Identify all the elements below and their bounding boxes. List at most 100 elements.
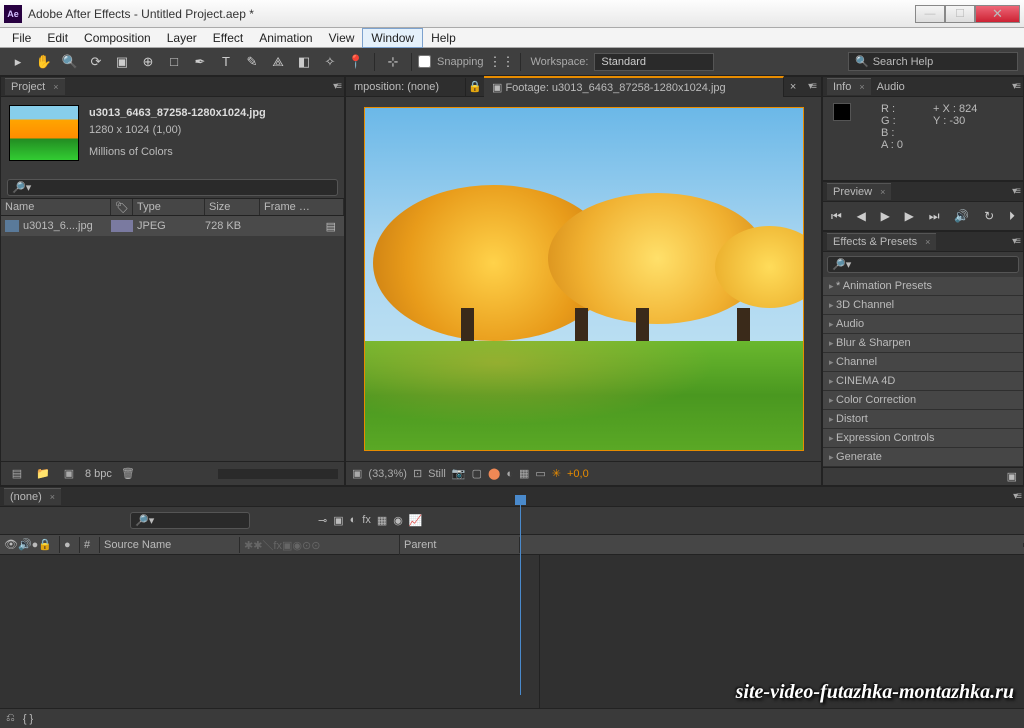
project-column-headers[interactable]: Name 🏷 Type Size Frame … bbox=[1, 198, 344, 216]
fx-category[interactable]: Channel bbox=[823, 353, 1023, 372]
minimize-button[interactable]: — bbox=[915, 5, 945, 23]
fx-category[interactable]: Blur & Sharpen bbox=[823, 334, 1023, 353]
playhead[interactable] bbox=[520, 495, 521, 695]
scrollbar-horizontal[interactable] bbox=[218, 469, 338, 479]
menu-window[interactable]: Window bbox=[362, 28, 423, 48]
maximize-button[interactable]: ☐ bbox=[945, 5, 975, 23]
loop-icon[interactable]: ↻ bbox=[984, 209, 994, 223]
tab-info[interactable]: Info× bbox=[827, 78, 871, 95]
menu-help[interactable]: Help bbox=[423, 29, 464, 47]
camera-tool[interactable]: ▣ bbox=[110, 51, 134, 73]
tab-timeline-none[interactable]: (none)× bbox=[4, 488, 61, 505]
footage-viewer[interactable] bbox=[346, 97, 821, 461]
snapshot-icon[interactable]: 📷 bbox=[452, 467, 466, 480]
new-folder-icon[interactable]: 📁 bbox=[33, 465, 53, 483]
clone-tool[interactable]: ⟁ bbox=[266, 51, 290, 73]
menu-file[interactable]: File bbox=[4, 29, 39, 47]
panel-menu-icon[interactable]: ▾≡ bbox=[1012, 186, 1019, 197]
quality-icon[interactable]: ◐ bbox=[350, 514, 357, 527]
close-button[interactable]: ✕ bbox=[975, 5, 1020, 23]
rotate-tool[interactable]: ⟳ bbox=[84, 51, 108, 73]
frame-blend-icon[interactable]: ▦ bbox=[377, 514, 387, 527]
interpret-footage-icon[interactable]: ▤ bbox=[7, 465, 27, 483]
fx-category[interactable]: Expression Controls bbox=[823, 429, 1023, 448]
snap-options-icon[interactable]: ⋮⋮ bbox=[490, 51, 514, 73]
exposure-icon[interactable]: ✳ bbox=[552, 467, 561, 480]
next-frame-icon[interactable]: ▶ bbox=[905, 209, 914, 223]
menu-view[interactable]: View bbox=[321, 29, 363, 47]
always-preview-icon[interactable]: ▣ bbox=[352, 467, 362, 480]
selection-tool[interactable]: ▸ bbox=[6, 51, 30, 73]
tab-footage[interactable]: ▣ Footage: u3013_6463_87258-1280x1024.jp… bbox=[484, 76, 784, 97]
fx-category[interactable]: 3D Channel bbox=[823, 296, 1023, 315]
ram-preview-icon[interactable]: ⏵ bbox=[1009, 209, 1015, 224]
close-icon[interactable]: × bbox=[784, 81, 802, 93]
brush-tool[interactable]: ✎ bbox=[240, 51, 264, 73]
panel-menu-icon[interactable]: ▾≡ bbox=[333, 81, 340, 92]
panel-menu-icon[interactable]: ▾≡ bbox=[1012, 81, 1019, 92]
play-icon[interactable]: ▶ bbox=[881, 209, 890, 223]
close-icon[interactable]: × bbox=[53, 82, 58, 92]
zoom-tool[interactable]: 🔍 bbox=[58, 51, 82, 73]
text-tool[interactable]: T bbox=[214, 51, 238, 73]
expand-icon[interactable]: ⎌ bbox=[6, 712, 15, 725]
tab-preview[interactable]: Preview× bbox=[827, 183, 891, 200]
trash-icon[interactable]: 🗑 bbox=[118, 465, 138, 483]
fx-category[interactable]: Generate bbox=[823, 448, 1023, 467]
show-snapshot-icon[interactable]: ▢ bbox=[472, 467, 482, 480]
timeline-layer-area[interactable] bbox=[0, 555, 540, 708]
project-item-row[interactable]: u3013_6....jpg JPEG 728 KB ▤ bbox=[1, 216, 344, 236]
prev-frame-icon[interactable]: ◀ bbox=[857, 209, 866, 223]
shy-icon[interactable]: ⊸ bbox=[318, 514, 327, 527]
panel-menu-icon[interactable]: ▾≡ bbox=[1012, 236, 1019, 247]
zoom-dropdown[interactable]: (33,3%) bbox=[368, 468, 407, 480]
fx-category[interactable]: Distort bbox=[823, 410, 1023, 429]
eraser-tool[interactable]: ◧ bbox=[292, 51, 316, 73]
menu-animation[interactable]: Animation bbox=[251, 29, 320, 47]
pen-tool[interactable]: ✒ bbox=[188, 51, 212, 73]
first-frame-icon[interactable]: ⏮ bbox=[831, 209, 842, 224]
anchor-tool[interactable]: ⊕ bbox=[136, 51, 160, 73]
bpc-label[interactable]: 8 bpc bbox=[85, 468, 112, 480]
shape-tool[interactable]: □ bbox=[162, 51, 186, 73]
lock-icon[interactable]: 🔒 bbox=[466, 80, 484, 93]
local-axis-icon[interactable]: ⊹ bbox=[381, 51, 405, 73]
tab-audio[interactable]: Audio bbox=[871, 79, 911, 95]
fx-category[interactable]: Color Correction bbox=[823, 391, 1023, 410]
roto-tool[interactable]: ✧ bbox=[318, 51, 342, 73]
tab-composition-none[interactable]: mposition: (none) bbox=[346, 78, 466, 96]
new-bin-icon[interactable]: ▣ bbox=[823, 467, 1023, 485]
tab-effects-presets[interactable]: Effects & Presets× bbox=[827, 233, 936, 250]
fx-category[interactable]: CINEMA 4D bbox=[823, 372, 1023, 391]
motion-blur-icon[interactable]: ◉ bbox=[393, 514, 403, 527]
menu-layer[interactable]: Layer bbox=[159, 29, 205, 47]
transparency-grid-icon[interactable]: ▦ bbox=[519, 467, 529, 480]
pixel-aspect-icon[interactable]: ▭ bbox=[535, 467, 545, 480]
effects-search-input[interactable]: 🔎▾ bbox=[827, 256, 1019, 273]
mute-icon[interactable]: 🔊 bbox=[954, 209, 969, 223]
menu-edit[interactable]: Edit bbox=[39, 29, 76, 47]
fx-category[interactable]: Audio bbox=[823, 315, 1023, 334]
workspace-dropdown[interactable]: Standard bbox=[594, 53, 714, 71]
brackets-icon[interactable]: { } bbox=[23, 713, 33, 725]
graph-editor-icon[interactable]: 📈 bbox=[409, 514, 423, 527]
panel-menu-icon[interactable]: ▾≡ bbox=[1013, 491, 1020, 502]
panel-menu-icon[interactable]: ▾≡ bbox=[802, 81, 821, 92]
timeline-search-input[interactable]: 🔎▾ bbox=[130, 512, 250, 529]
tab-project[interactable]: Project× bbox=[5, 78, 65, 95]
search-help-input[interactable]: 🔍 Search Help bbox=[848, 52, 1018, 71]
alpha-icon[interactable]: ◐ bbox=[506, 468, 513, 480]
fx-category[interactable]: * Animation Presets bbox=[823, 277, 1023, 296]
source-name-header[interactable]: Source Name bbox=[100, 537, 240, 553]
resolution-icon[interactable]: ⊡ bbox=[413, 467, 422, 480]
last-frame-icon[interactable]: ⏭ bbox=[929, 209, 940, 224]
project-search-input[interactable]: 🔎▾ bbox=[7, 179, 338, 196]
puppet-tool[interactable]: 📍 bbox=[344, 51, 368, 73]
menu-effect[interactable]: Effect bbox=[205, 29, 251, 47]
fx-icon[interactable]: fx bbox=[362, 514, 371, 527]
collapse-icon[interactable]: ▣ bbox=[333, 514, 343, 527]
menu-composition[interactable]: Composition bbox=[76, 29, 159, 47]
channel-icon[interactable]: ⬤ bbox=[488, 467, 500, 480]
exposure-value[interactable]: +0,0 bbox=[567, 468, 589, 480]
snapping-checkbox[interactable] bbox=[418, 55, 431, 68]
